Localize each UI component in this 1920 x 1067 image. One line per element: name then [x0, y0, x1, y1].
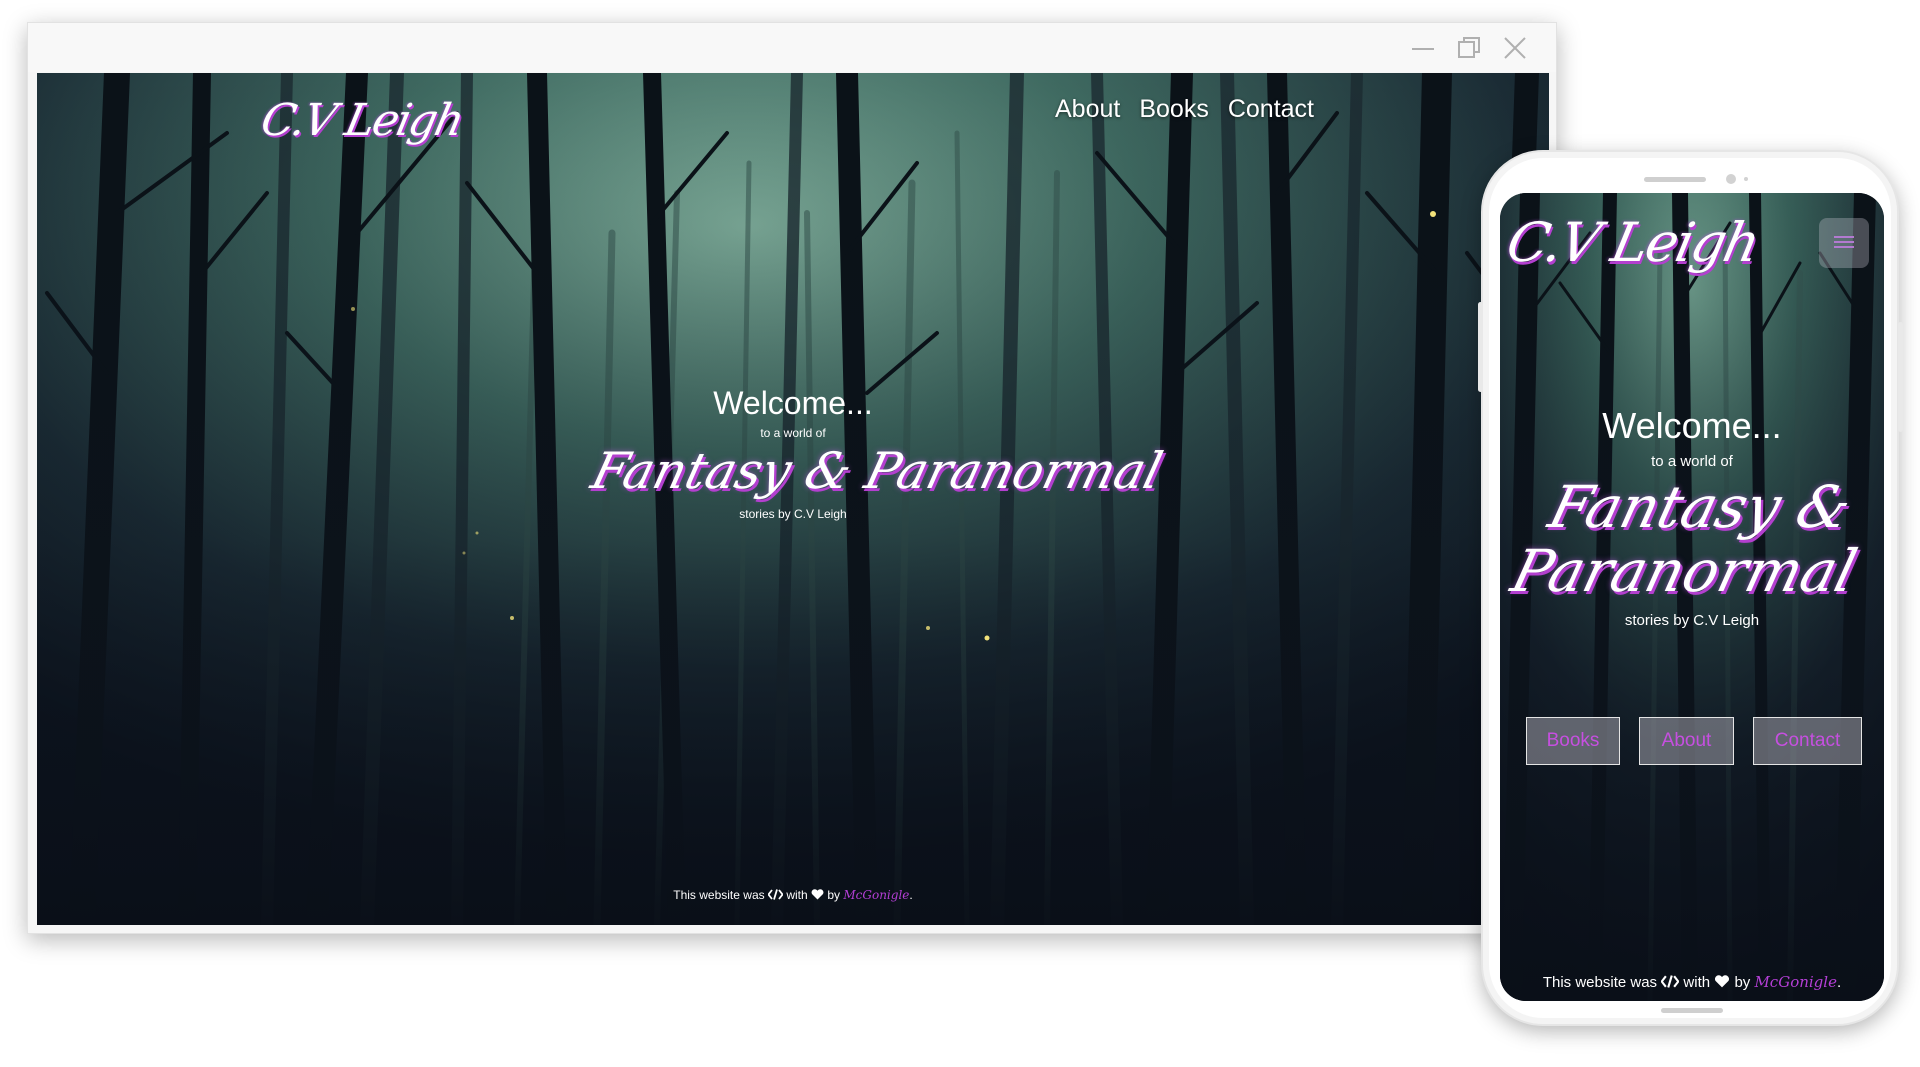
phone-screen: C.V Leigh Welcome... to a world of Fanta…: [1500, 193, 1884, 1001]
close-icon[interactable]: [1500, 33, 1530, 63]
footer-suffix: .: [909, 888, 913, 903]
hero-script-title: Fantasy & Paranormal: [585, 442, 1169, 500]
nav-books-link[interactable]: Books: [1139, 95, 1208, 124]
heart-icon: [1714, 974, 1730, 992]
footer-with: with: [786, 888, 808, 903]
footer-with: with: [1683, 974, 1711, 991]
phone-sensor: [1744, 177, 1748, 181]
hero-welcome: Welcome...: [713, 385, 873, 421]
hero-subtitle: to a world of: [760, 426, 826, 440]
hero-section: Welcome... to a world of Fantasy & Paran…: [586, 385, 1168, 521]
mobile-script-line-1: Fantasy &: [1542, 473, 1859, 541]
phone-home-bar: [1661, 1008, 1723, 1013]
code-icon: [767, 889, 784, 903]
footer-suffix: .: [1836, 974, 1842, 991]
mobile-logo-text: C.V Leigh: [1501, 211, 1764, 274]
mobile-site-footer: This website was with by McGonigle.: [1500, 973, 1884, 992]
site-nav: About Books Contact: [1055, 95, 1314, 124]
phone-side-button: [1478, 302, 1483, 392]
showcase-stage: C.V Leigh About Books Contact Welcome...…: [0, 0, 1920, 1067]
mobile-hero-subtitle: to a world of: [1651, 453, 1733, 470]
nav-about-link[interactable]: About: [1055, 95, 1120, 124]
window-titlebar: [28, 23, 1556, 72]
mobile-hero-byline: stories by C.V Leigh: [1624, 611, 1760, 629]
minimize-icon[interactable]: [1408, 33, 1438, 63]
mobile-site-logo[interactable]: C.V Leigh: [1501, 211, 1764, 274]
code-icon: [1660, 974, 1680, 992]
nav-contact-link[interactable]: Contact: [1228, 95, 1314, 124]
footer-by: by: [827, 888, 841, 903]
mobile-hero-script-title: Fantasy & Paranormal: [1500, 473, 1884, 605]
phone-mockup: C.V Leigh Welcome... to a world of Fanta…: [1478, 150, 1903, 1026]
mobile-hero-section: Welcome... to a world of Fantasy & Paran…: [1500, 405, 1884, 629]
footer-prefix: This website was: [1542, 974, 1658, 991]
footer-credit-link[interactable]: McGonigle: [1754, 973, 1837, 991]
mobile-books-button[interactable]: Books: [1526, 717, 1620, 765]
mobile-hero-welcome: Welcome...: [1602, 405, 1782, 446]
site-footer: This website was with by McGonigle.: [37, 888, 1549, 903]
desktop-browser-window: C.V Leigh About Books Contact Welcome...…: [27, 22, 1557, 934]
phone-camera: [1726, 174, 1736, 184]
footer-by: by: [1734, 974, 1751, 991]
heart-icon: [811, 889, 824, 903]
mobile-about-button[interactable]: About: [1639, 717, 1734, 765]
site-logo-text: C.V Leigh: [256, 95, 468, 146]
restore-icon[interactable]: [1454, 33, 1484, 63]
mobile-contact-button[interactable]: Contact: [1753, 717, 1862, 765]
site-logo[interactable]: C.V Leigh: [257, 95, 468, 146]
mobile-script-line-2: Paranormal: [1505, 536, 1864, 605]
hamburger-menu-button[interactable]: [1819, 218, 1869, 268]
phone-side-button: [1898, 322, 1903, 432]
hamburger-menu-icon: [1834, 234, 1854, 253]
mobile-button-row: Books About Contact: [1500, 717, 1884, 765]
footer-credit-link[interactable]: McGonigle: [843, 888, 909, 902]
website-viewport: C.V Leigh About Books Contact Welcome...…: [37, 73, 1549, 925]
hero-byline: stories by C.V Leigh: [739, 507, 847, 521]
phone-speaker: [1644, 177, 1706, 182]
footer-prefix: This website was: [673, 888, 765, 903]
